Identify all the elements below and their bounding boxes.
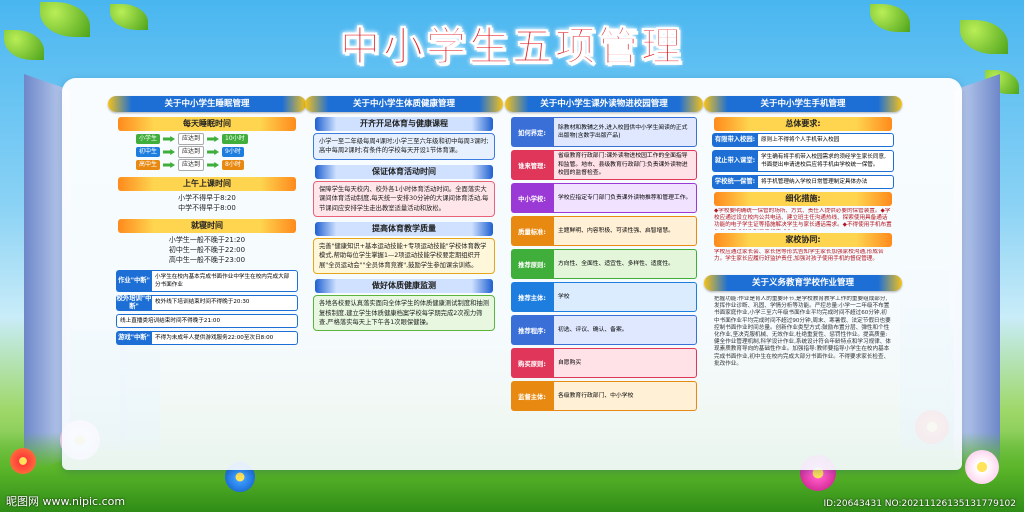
reading-row: 推荐主体: 学校: [511, 282, 697, 312]
sleep-row: 初中生 应达到 9小时: [136, 146, 306, 158]
reading-rows: 如何界定: 除教材和教辅之外,进入校园供中小学生阅读的正式出版物(含数字出版产品…: [505, 117, 703, 411]
bed-line: 小学生一般不晚于21:20: [168, 236, 246, 244]
overall-row: 就止带入课堂: 学生确有将手机带入校园需求的须经学生家长同意,书面提出申请进校后…: [712, 150, 894, 172]
overall-title: 总体要求:: [714, 117, 892, 131]
overall-rows: 有限带入校园: 原则上不得将个人手机带入校园 就止带入课堂: 学生确有将手机带入校…: [704, 133, 902, 189]
overall-tag: 就止带入课堂:: [712, 150, 758, 172]
overall-text: 原则上不得将个人手机带入校园: [758, 133, 894, 147]
sleep-verb: 应达到: [178, 146, 205, 158]
reading-tag: 推荐原则:: [511, 249, 553, 279]
reading-text: 各级教育行政部门、中小学校: [553, 381, 697, 411]
reading-row: 推荐原则: 方向性、全面性、适宜性、多样性、适度性。: [511, 249, 697, 279]
column-health: 关于中小学生体质健康管理 开齐开足体育与健康课程 小学一至二年级每周4课时;小学…: [305, 96, 503, 466]
bed-title: 就寝时间: [118, 219, 296, 233]
health-block-title: 保证体育活动时间: [315, 164, 493, 179]
overall-text: 学生确有将手机带入校园需求的须经学生家长同意,书面提出申请进校后应将手机由学校统…: [758, 150, 894, 172]
reading-row: 监督主体: 各级教育行政部门、中小学校: [511, 381, 697, 411]
sleep-row: 高中生 应达到 8小时: [136, 159, 306, 171]
detail-text: ◆学校要明确统一保管的场所、方式、责任人提供必要的保管装置。◆学校应通过设立校内…: [714, 208, 892, 230]
reading-text: 初选、评议、确认、备案。: [553, 315, 697, 345]
sleep-rows: 小学生 应达到 10小时 初中生 应达到 9小时 高中生 应达到 8小时: [108, 133, 306, 171]
health-block-text: 小学一至二年级每周4课时;小学三至六年级和初中每周3课时; 高中每周2课时;有条…: [313, 133, 495, 160]
reading-tag: 如何界定:: [511, 117, 553, 147]
overall-text: 将手机管理纳入学校日常管理制定具体办法: [758, 175, 894, 189]
column-phone: 关于中小学生手机管理 总体要求: 有限带入校园: 原则上不得将个人手机带入校园就…: [704, 96, 902, 466]
reading-text: 自愿购买: [553, 348, 697, 378]
phone-header: 关于中小学生手机管理: [704, 96, 902, 112]
sleep-verb: 应达到: [178, 133, 205, 145]
sleep-hours: 10小时: [222, 134, 248, 144]
sleep-verb: 应达到: [178, 159, 205, 171]
column-sleep: 关于中小学生睡眠管理 每天睡眠时间 小学生 应达到 10小时 初中生 应达到 9小…: [108, 96, 306, 466]
sleep-hours: 8小时: [222, 160, 244, 170]
detail-title: 细化措施:: [714, 192, 892, 206]
home-text: 学校应通过家长会、家长信等形式告知学生家长加强家校沟通,形成合力。学生家长应履行…: [714, 249, 884, 263]
morning-title: 上午上课时间: [118, 177, 296, 191]
overall-row: 学校统一保管: 将手机管理纳入学校日常管理制定具体办法: [712, 175, 894, 189]
health-block-title: 开齐开足体育与健康课程: [315, 117, 493, 131]
sleep-header: 关于中小学生睡眠管理: [108, 96, 306, 112]
health-block-title: 提高体育教学质量: [315, 222, 493, 237]
reading-tag: 购买原则:: [511, 348, 553, 378]
homework-header: 关于义务教育学校作业管理: [704, 275, 902, 291]
reading-tag: 推荐主体:: [511, 282, 553, 312]
sleep-group: 小学生: [136, 134, 161, 144]
morning-line: 中学不得早于8:00: [178, 204, 236, 212]
health-block-text: 各地各校要认真落实面向全体学生的体质健康测试制度和抽测复核制度,建立学生体质健康…: [313, 295, 495, 332]
health-block-title: 做好体质健康监测: [315, 279, 493, 294]
column-reading: 关于中小学生课外读物进校园管理 如何界定: 除教材和教辅之外,进入校园供中小学生…: [505, 96, 703, 466]
reading-header: 关于中小学生课外读物进校园管理: [505, 96, 703, 112]
rule-row: 线上直播类培训结束时间不得晚于21:00: [116, 314, 298, 328]
sleep-hours: 9小时: [222, 147, 244, 157]
reading-text: 主题鲜明、内容积极、可读性强、启智增慧。: [553, 216, 697, 246]
rule-row: 作业"中断" 小学生在校内基本完成书面作业中学生在校内完成大部分书面作业: [116, 270, 298, 292]
reading-tag: 推荐程序:: [511, 315, 553, 345]
reading-text: 省级教育行政部门:课外读物进校园工作的全面指导和监管。地市、县级教育行政部门:负…: [553, 150, 697, 180]
overall-row: 有限带入校园: 原则上不得将个人手机带入校园: [712, 133, 894, 147]
reading-tag: 中小学校:: [511, 183, 553, 213]
reading-text: 学校: [553, 282, 697, 312]
homework-text: 把握功能:作业是育人的重要环节,是学校教育教学工作的重要组成部分,发挥作业诊断、…: [714, 296, 891, 367]
reading-text: 学校应指定专门部门负责课外读物推荐和管理工作。: [553, 183, 697, 213]
bed-line: 初中生一般不晚于22:00: [168, 246, 246, 254]
watermark-right: ID:20643431 NO:20211126135131779102: [823, 499, 1017, 509]
reading-text: 方向性、全面性、适宜性、多样性、适度性。: [553, 249, 697, 279]
health-block-text: 完善"健康知识+基本运动技能+专项运动技能"学校体育教学模式,帮助每位学生掌握1…: [313, 238, 495, 275]
reading-tag: 监督主体:: [511, 381, 553, 411]
reading-row: 中小学校: 学校应指定专门部门负责课外读物推荐和管理工作。: [511, 183, 697, 213]
overall-tag: 有限带入校园:: [712, 133, 758, 147]
reading-row: 购买原则: 自愿购买: [511, 348, 697, 378]
reading-row: 谁来管理: 省级教育行政部门:课外读物进校园工作的全面指导和监管。地市、县级教育…: [511, 150, 697, 180]
reading-tag: 质量标准:: [511, 216, 553, 246]
watermark-left: 昵图网 www.nipic.com: [6, 495, 126, 508]
page-title: 中小学生五项管理: [340, 24, 684, 71]
home-title: 家校协同:: [714, 233, 892, 247]
morning-line: 小学不得早于8:20: [178, 194, 236, 202]
overall-tag: 学校统一保管:: [712, 175, 758, 189]
reading-text: 除教材和教辅之外,进入校园供中小学生阅读的正式出版物(含数字出版产品): [553, 117, 697, 147]
sleep-group: 初中生: [136, 147, 161, 157]
sleep-time-title: 每天睡眠时间: [118, 117, 296, 131]
sleep-row: 小学生 应达到 10小时: [136, 133, 306, 145]
health-block-text: 保障学生每天校内、校外各1小时体育活动时间。全面落实大课间体育活动制度,每天统一…: [313, 180, 495, 218]
rule-row: 游戏"中断" 不得为未成年人提供游戏服务22:00至次日8:00: [116, 331, 298, 345]
reading-row: 推荐程序: 初选、评议、确认、备案。: [511, 315, 697, 345]
sleep-group: 高中生: [136, 160, 161, 170]
bed-line: 高中生一般不晚于23:00: [168, 256, 246, 264]
reading-row: 质量标准: 主题鲜明、内容积极、可读性强、启智增慧。: [511, 216, 697, 246]
reading-row: 如何界定: 除教材和教辅之外,进入校园供中小学生阅读的正式出版物(含数字出版产品…: [511, 117, 697, 147]
health-header: 关于中小学生体质健康管理: [305, 96, 503, 112]
rule-row: 校外培训"中断" 校外线下培训结束时间不得晚于20:30: [116, 295, 298, 311]
reading-tag: 谁来管理:: [511, 150, 553, 180]
